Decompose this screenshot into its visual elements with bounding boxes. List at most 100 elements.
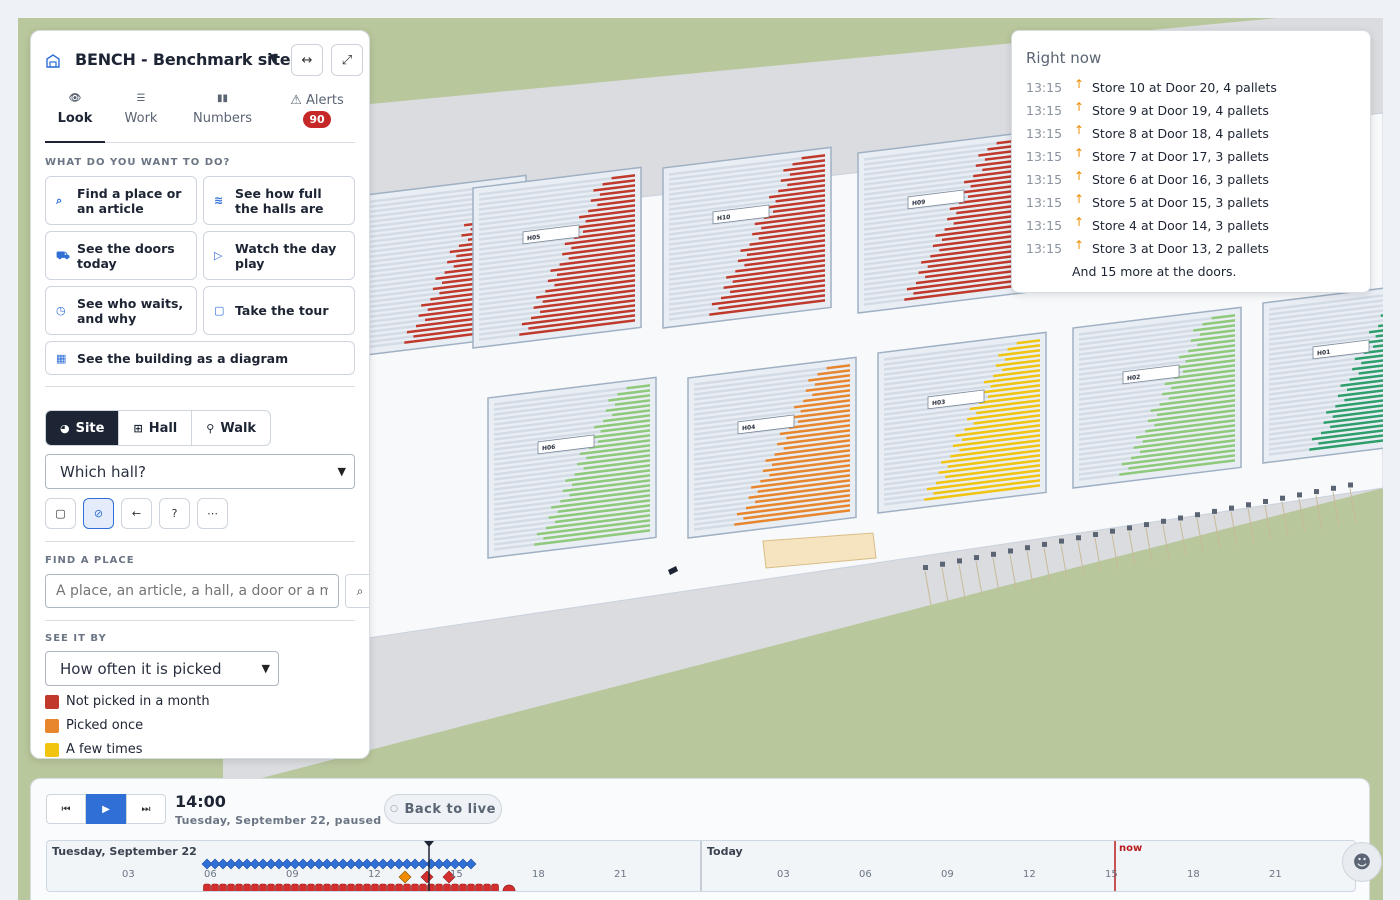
back-to-live-button[interactable]: ○ Back to live <box>384 794 502 824</box>
skip-back-button[interactable]: ⏮ <box>46 794 86 824</box>
tab-work-label: Work <box>124 111 158 126</box>
fullscreen-button[interactable]: ⤢ <box>331 44 363 76</box>
legend-swatch <box>45 719 59 733</box>
frame-icon: ▢ <box>55 507 66 520</box>
event-marker <box>465 858 477 870</box>
hall: H01 <box>1262 281 1383 464</box>
view-mode-site[interactable]: ◕ Site <box>46 411 120 445</box>
search-button[interactable]: ⌕ <box>345 574 369 608</box>
divider <box>45 620 355 621</box>
section-label-find-place: FIND A PLACE <box>45 555 135 566</box>
current-time: 14:00 <box>175 792 226 811</box>
alert-marker <box>243 883 251 891</box>
play-icon: ▷ <box>214 249 223 262</box>
right-now-title: Right now <box>1026 49 1102 67</box>
back-to-live-label: Back to live <box>404 801 496 817</box>
back-button[interactable]: ← <box>121 498 152 529</box>
who-waits-action-button[interactable]: ◷ See who waits, and why <box>45 286 197 335</box>
alert-marker <box>491 883 499 891</box>
frame-icon: ▢ <box>214 304 225 317</box>
hour-tick-label: 06 <box>204 869 217 880</box>
take-tour-action-button[interactable]: ▢ Take the tour <box>203 286 355 335</box>
alert-marker <box>363 883 371 891</box>
hall: H03 <box>877 331 1047 514</box>
dock-door <box>1229 505 1234 511</box>
chevron-down-icon[interactable]: ▼ <box>269 51 278 65</box>
day-label: Tuesday, September 22 <box>52 845 197 858</box>
divider <box>45 386 355 387</box>
help-button[interactable]: ? <box>159 498 190 529</box>
halls-fullness-action-button[interactable]: ≋ See how full the halls are <box>203 176 355 225</box>
search-icon: ⌕ <box>356 583 364 598</box>
item-text: Store 3 at Door 13, 2 pallets <box>1092 241 1269 256</box>
hour-tick-label: 15 <box>1105 869 1118 880</box>
hour-tick-label: 09 <box>941 869 954 880</box>
chevron-down-icon: ▼ <box>261 661 270 675</box>
section-label-see-it-by: SEE IT BY <box>45 633 107 644</box>
see-it-by-select[interactable]: How often it is picked ▼ <box>45 651 279 686</box>
alert-marker <box>443 883 451 891</box>
alerts-count-badge: 90 <box>303 111 331 128</box>
site-title[interactable]: BENCH - Benchmark site <box>75 50 291 69</box>
tab-look-label: Look <box>57 111 93 126</box>
timeline-events[interactable] <box>47 841 1356 892</box>
item-time: 13:15 <box>1026 218 1063 233</box>
item-text: Store 7 at Door 17, 3 pallets <box>1092 149 1269 164</box>
dock-door <box>957 558 962 564</box>
view-mode-walk[interactable]: ⚲ Walk <box>192 411 270 445</box>
dock-door <box>1076 535 1081 541</box>
eye-icon: 👁 <box>68 93 82 104</box>
skip-forward-button[interactable]: ⏭ <box>126 794 166 824</box>
hour-tick-label: 12 <box>368 869 381 880</box>
arrow-up-icon: ↑ <box>1074 238 1085 252</box>
tab-alerts[interactable]: ⚠ Alerts 90 <box>281 93 353 128</box>
item-text: Store 9 at Door 19, 4 pallets <box>1092 103 1269 118</box>
alert-marker <box>451 883 459 891</box>
dock-door <box>1144 522 1149 528</box>
timeline-track[interactable]: Tuesday, September 22 Today now 03 06 09 12… <box>46 840 1356 892</box>
expand-horizontal-button[interactable]: ↔ <box>291 44 323 76</box>
building-diagram-action-button[interactable]: ▦ See the building as a diagram <box>45 341 355 375</box>
arrow-up-icon: ↑ <box>1074 146 1085 160</box>
find-place-action-button[interactable]: ⌕ Find a place or an article <box>45 176 197 225</box>
hide-toggle-button[interactable]: ⊘ <box>83 498 114 529</box>
alert-marker <box>323 883 331 891</box>
list-icon: ☰ <box>136 93 146 104</box>
search-icon: ⌕ <box>56 194 63 207</box>
alert-marker <box>355 883 363 891</box>
assistant-bot-button[interactable]: ☻ <box>1342 842 1382 882</box>
legend-label: A few times <box>66 742 143 757</box>
dock-door <box>1331 485 1336 491</box>
view-mode-hall[interactable]: ⊞ Hall <box>119 411 193 445</box>
hall-select[interactable]: Which hall? ▼ <box>45 454 355 489</box>
main-tabs: 👁 Look ☰ Work ▮▮ Numbers ⚠ Alerts 90 <box>45 93 355 143</box>
alert-marker <box>283 883 291 891</box>
frame-view-button[interactable]: ▢ <box>45 498 76 529</box>
legend-swatch <box>45 743 59 757</box>
view-mode-hall-label: Hall <box>148 420 178 436</box>
warehouse-icon <box>46 54 60 68</box>
dock-door <box>1178 515 1183 521</box>
hall: H06 <box>487 376 657 559</box>
hour-tick-label: 03 <box>122 869 135 880</box>
search-input[interactable] <box>45 574 339 608</box>
alert-marker <box>502 884 516 891</box>
tab-work[interactable]: ☰ Work <box>111 93 171 126</box>
item-text: Store 10 at Door 20, 4 pallets <box>1092 80 1277 95</box>
divider <box>45 541 355 542</box>
play-button[interactable]: ▶ <box>86 794 126 824</box>
truck-icon: ⛟ <box>56 249 70 262</box>
more-options-button[interactable]: ⋯ <box>197 498 228 529</box>
alert-marker <box>315 883 323 891</box>
arrow-up-icon: ↑ <box>1074 192 1085 206</box>
see-it-by-value: How often it is picked <box>60 659 222 678</box>
watch-day-action-button[interactable]: ▷ Watch the day play <box>203 231 355 280</box>
play-icon: ▶ <box>102 803 110 815</box>
tab-look[interactable]: 👁 Look <box>45 93 105 126</box>
alert-marker <box>459 883 467 891</box>
tab-numbers[interactable]: ▮▮ Numbers <box>185 93 260 126</box>
doors-today-action-button[interactable]: ⛟ See the doors today <box>45 231 197 280</box>
view-mode-toggle: ◕ Site ⊞ Hall ⚲ Walk <box>45 410 272 446</box>
tab-numbers-label: Numbers <box>193 111 252 126</box>
alert-marker <box>307 883 315 891</box>
